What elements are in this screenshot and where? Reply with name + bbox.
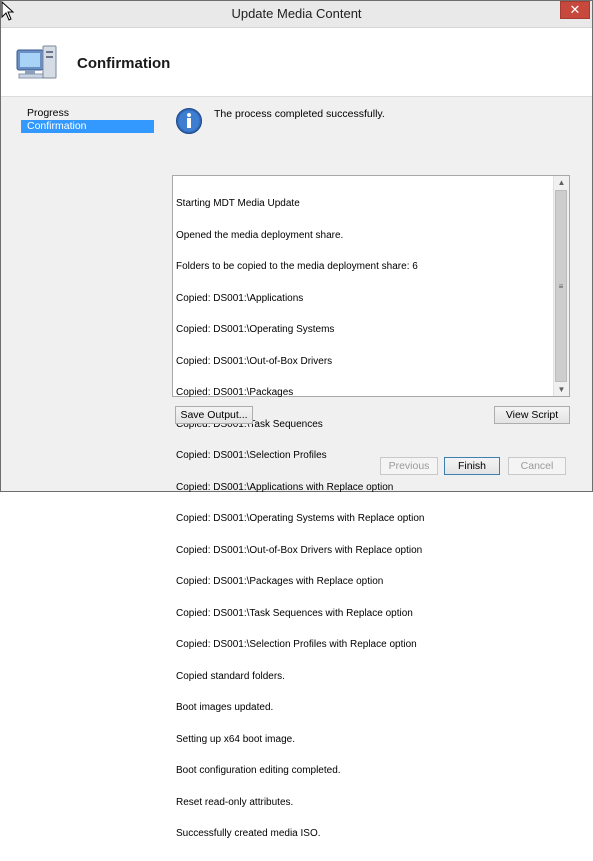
log-line: Boot configuration editing completed. [176,765,341,776]
output-lines: Starting MDT Media Update Opened the med… [176,178,554,861]
page-title: Confirmation [77,55,171,72]
vertical-scrollbar[interactable]: ▲ ≡ ▼ [553,176,569,396]
window-title: Update Media Content [231,6,362,21]
log-line: Successfully created media ISO. [176,828,321,839]
log-line: Copied: DS001:\Applications with Replace… [176,481,394,493]
nav-item-progress[interactable]: Progress [21,107,154,120]
log-line: Copied standard folders. [176,670,285,682]
log-line: Copied: DS001:\Selection Profiles with R… [176,639,417,650]
output-log[interactable]: Starting MDT Media Update Opened the med… [172,175,570,839]
log-line: Setting up x64 boot image. [176,733,295,745]
log-line: Copied: DS001:\Task Sequences with Repla… [176,607,413,619]
update-media-content-window: Update Media Content ✕ Confirmation Prog… [0,0,593,839]
wizard-nav: Progress Confirmation [21,107,154,147]
cancel-button[interactable]: Cancel [508,457,566,475]
scroll-down-arrow-icon[interactable]: ▼ [554,383,569,396]
log-line: Opened the media deployment share. [176,229,344,241]
log-line: Copied: DS001:\Operating Systems [176,324,335,335]
scroll-thumb[interactable]: ≡ [555,190,567,382]
nav-item-confirmation[interactable]: Confirmation [21,120,154,133]
log-line: Folders to be copied to the media deploy… [176,261,418,272]
title-bar[interactable]: Update Media Content ✕ [1,1,592,28]
content-panel: The process completed successfully. Star… [161,97,592,839]
wizard-header: Confirmation [1,28,592,97]
view-script-button[interactable]: View Script [494,406,570,424]
grip-icon: ≡ [558,281,564,291]
save-output-button[interactable]: Save Output... [175,406,253,424]
scroll-up-arrow-icon[interactable]: ▲ [554,176,569,189]
log-line: Copied: DS001:\Applications [176,292,304,304]
close-icon: ✕ [569,2,581,17]
log-line: Copied: DS001:\Packages with Replace opt… [176,576,384,587]
log-line: Reset read-only attributes. [176,796,294,808]
log-line: Starting MDT Media Update [176,198,300,209]
finish-button[interactable]: Finish [444,457,500,475]
status-message: The process completed successfully. [214,108,385,120]
log-line: Copied: DS001:\Out-of-Box Drivers [176,355,333,367]
computer-icon [16,45,57,79]
log-line: Copied: DS001:\Operating Systems with Re… [176,513,425,524]
log-line: Copied: DS001:\Packages [176,387,294,398]
log-line: Copied: DS001:\Out-of-Box Drivers with R… [176,544,423,556]
log-line: Boot images updated. [176,702,274,713]
close-button[interactable]: ✕ [560,1,590,19]
info-icon [176,108,202,134]
previous-button[interactable]: Previous [380,457,438,475]
